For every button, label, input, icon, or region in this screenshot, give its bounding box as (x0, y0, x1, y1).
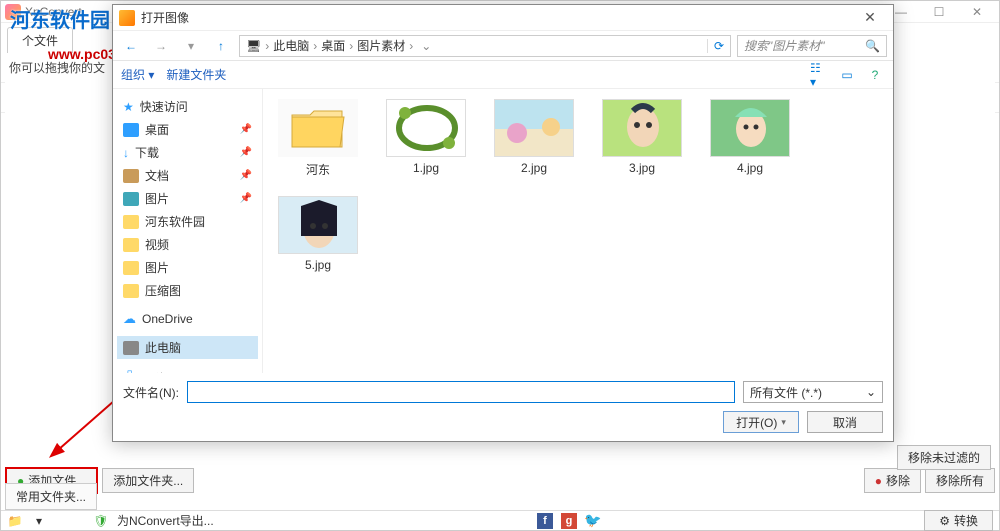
dialog-titlebar: 打开图像 ✕ (113, 5, 893, 31)
dialog-title: 打开图像 (141, 9, 853, 26)
sidebar-pictures[interactable]: 图片📌 (117, 187, 258, 210)
file-item[interactable]: 1.jpg (381, 99, 471, 178)
remove-all-button[interactable]: 移除所有 (925, 468, 995, 493)
desktop-icon (123, 123, 139, 137)
refresh-icon[interactable]: ⟳ (707, 39, 724, 53)
pictures-icon (123, 192, 139, 206)
preview-pane-icon[interactable]: ▭ (837, 66, 857, 84)
sidebar-quick-access[interactable]: 快速访问 (117, 95, 258, 118)
search-icon: 🔍 (865, 39, 880, 53)
breadcrumb[interactable]: 🖥 › 此电脑 › 桌面 › 图片素材 › ⌄ ⟳ (239, 35, 731, 57)
pc-icon (123, 341, 139, 355)
nav-forward-icon[interactable]: → (149, 35, 173, 57)
add-folder-button[interactable]: 添加文件夹... (102, 468, 194, 493)
pc-icon: 🖥 (246, 39, 261, 53)
sidebar-network[interactable]: 网络 (117, 365, 258, 373)
download-icon (123, 146, 129, 160)
facebook-icon[interactable]: f (537, 513, 553, 529)
folder-icon (123, 284, 139, 298)
cancel-button[interactable]: 取消 (807, 411, 883, 433)
view-options-icon[interactable]: ☷ ▾ (809, 66, 829, 84)
export-nconvert[interactable]: 为NConvert导出... (117, 512, 214, 529)
pin-icon: 📌 (240, 124, 252, 135)
sidebar-desktop[interactable]: 桌面📌 (117, 118, 258, 141)
open-image-dialog: 打开图像 ✕ ← → ▾ ↑ 🖥 › 此电脑 › 桌面 › 图片素材 › ⌄ ⟳… (112, 4, 894, 442)
sidebar-pics[interactable]: 图片 (117, 256, 258, 279)
pin-icon: 📌 (240, 147, 252, 158)
breadcrumb-dropdown-icon[interactable]: ⌄ (417, 39, 435, 53)
onedrive-icon (123, 311, 136, 327)
file-item[interactable]: 3.jpg (597, 99, 687, 178)
dialog-close-button[interactable]: ✕ (853, 8, 887, 28)
star-icon (123, 100, 134, 114)
document-icon (123, 169, 139, 183)
file-item-folder[interactable]: 河东 (273, 99, 363, 178)
sidebar-documents[interactable]: 文档📌 (117, 164, 258, 187)
convert-button[interactable]: ⚙ 转换 (924, 510, 993, 531)
sidebar-hdsoft[interactable]: 河东软件园 (117, 210, 258, 233)
folder-icon (123, 261, 139, 275)
maximize-button[interactable]: ☐ (921, 3, 957, 21)
app-icon (5, 4, 21, 20)
dialog-sidebar: 快速访问 桌面📌 下载📌 文档📌 图片📌 河东软件园 视频 图片 压缩图 One… (113, 89, 263, 373)
nav-back-icon[interactable]: ← (119, 35, 143, 57)
file-type-filter[interactable]: 所有文件 (*.*)⌄ (743, 381, 883, 403)
gear-icon: ⚙ (939, 514, 950, 528)
shield-icon: 🛡 (93, 513, 109, 529)
sidebar-compressed[interactable]: 压缩图 (117, 279, 258, 302)
tab-input[interactable]: 个文件 (7, 27, 73, 53)
status-bar: 📁 ▾ 🛡 为NConvert导出... f g 🐦 ⚙ 转换 (1, 510, 999, 530)
nav-recent-icon[interactable]: ▾ (179, 35, 203, 57)
file-view[interactable]: 河东 1.jpg 2.jpg 3.jpg 4.jpg 5.jpg (263, 89, 893, 373)
filename-input[interactable] (187, 381, 735, 403)
dialog-nav-toolbar: ← → ▾ ↑ 🖥 › 此电脑 › 桌面 › 图片素材 › ⌄ ⟳ 搜索"图片素… (113, 31, 893, 61)
split-dropdown-icon[interactable]: ▾ (781, 417, 786, 428)
pin-icon: 📌 (240, 193, 252, 204)
video-icon (123, 238, 139, 252)
remove-button[interactable]: ● 移除 (864, 468, 921, 493)
folder-icon[interactable]: 📁 (7, 513, 23, 529)
chevron-down-icon: ⌄ (866, 385, 876, 399)
googleplus-icon[interactable]: g (561, 513, 577, 529)
minus-icon: ● (875, 474, 882, 488)
twitter-icon[interactable]: 🐦 (585, 513, 601, 529)
sidebar-video[interactable]: 视频 (117, 233, 258, 256)
remove-filtered-button[interactable]: 移除未过滤的 (897, 445, 991, 470)
sidebar-onedrive[interactable]: OneDrive (117, 308, 258, 330)
nav-up-icon[interactable]: ↑ (209, 35, 233, 57)
filename-label: 文件名(N): (123, 384, 179, 401)
open-button[interactable]: 打开(O)▾ (723, 411, 799, 433)
help-icon[interactable]: ? (865, 66, 885, 84)
file-item[interactable]: 5.jpg (273, 196, 363, 272)
file-item[interactable]: 4.jpg (705, 99, 795, 178)
organize-bar: 组织 ▾ 新建文件夹 ☷ ▾ ▭ ? (113, 61, 893, 89)
pin-icon: 📌 (240, 170, 252, 181)
common-folders-button[interactable]: 常用文件夹... (5, 483, 97, 510)
organize-menu[interactable]: 组织 ▾ (121, 66, 154, 83)
sidebar-downloads[interactable]: 下载📌 (117, 141, 258, 164)
dropdown-icon[interactable]: ▾ (31, 513, 47, 529)
close-button[interactable]: ✕ (959, 3, 995, 21)
dialog-icon (119, 10, 135, 26)
sidebar-this-pc[interactable]: 此电脑 (117, 336, 258, 359)
folder-icon (288, 103, 348, 153)
folder-icon (123, 215, 139, 229)
file-item[interactable]: 2.jpg (489, 99, 579, 178)
search-input[interactable]: 搜索"图片素材" 🔍 (737, 35, 887, 57)
new-folder-button[interactable]: 新建文件夹 (166, 66, 226, 83)
